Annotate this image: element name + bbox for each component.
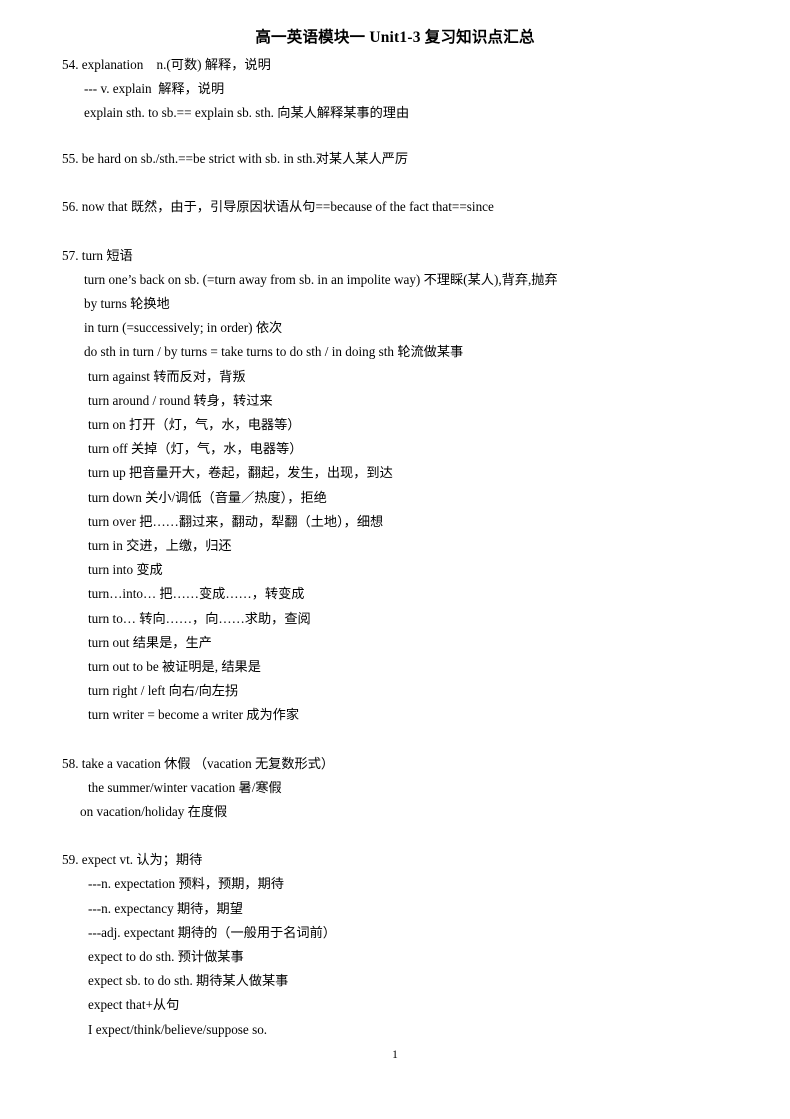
entry-line: the summer/winter vacation 暑/寒假: [88, 779, 282, 795]
entry-line: expect that+从句: [88, 997, 180, 1013]
entry-line: on vacation/holiday 在度假: [80, 803, 228, 819]
entry-spacer: [62, 171, 750, 195]
entry-spacer: [62, 824, 750, 848]
entry-line: ---n. expectancy 期待，期望: [88, 900, 243, 916]
entry-59: 59. expect vt. 认为；期待 ---n. expectation 预…: [62, 848, 750, 1042]
entry-line: turn down 关小/调低（音量／热度），拒绝: [88, 489, 327, 505]
entry-line: turn off 关掉（灯，气，水，电器等）: [88, 441, 303, 457]
entry-line: do sth in turn / by turns = take turns t…: [84, 344, 464, 360]
entry-line: turn…into… 把……变成……，转变成: [88, 586, 305, 602]
entry-line: 59. expect vt. 认为；期待: [62, 852, 203, 868]
entry-spacer: [62, 125, 750, 147]
entry-line: turn right / left 向右/向左拐: [88, 683, 239, 699]
entry-line: 57. turn 短语: [62, 247, 133, 263]
entry-line: 58. take a vacation 休假 （vacation 无复数形式）: [62, 755, 335, 771]
entry-line: turn around / round 转身，转过来: [88, 392, 273, 408]
entry-line: turn out 结果是，生产: [88, 634, 212, 650]
entry-spacer: [62, 728, 750, 752]
entry-line: explain sth. to sb.== explain sb. sth. 向…: [84, 104, 410, 120]
entry-57: 57. turn 短语 turn one’s back on sb. (=tur…: [62, 244, 750, 728]
entry-line: in turn (=successively; in order) 依次: [84, 320, 283, 336]
entry-line: turn to… 转向……，向……求助，查阅: [88, 610, 311, 626]
entry-line: turn one’s back on sb. (=turn away from …: [84, 271, 558, 287]
entry-55: 55. be hard on sb./sth.==be strict with …: [62, 147, 750, 171]
entry-54: 54. explanation n.(可数) 解释，说明 --- v. expl…: [62, 53, 750, 126]
document-body: 54. explanation n.(可数) 解释，说明 --- v. expl…: [0, 46, 790, 1042]
page-title: 高一英语模块一 Unit1-3 复习知识点汇总: [255, 29, 535, 46]
entry-spacer: [62, 220, 750, 244]
entry-line: expect to do sth. 预计做某事: [88, 949, 244, 964]
entry-line: turn over 把……翻过来，翻动，犁翻（土地），细想: [88, 513, 384, 529]
entry-58: 58. take a vacation 休假 （vacation 无复数形式） …: [62, 752, 750, 825]
entry-line: turn in 交进，上缴，归还: [88, 537, 232, 553]
entry-line: ---n. expectation 预料，预期，期待: [88, 876, 284, 892]
entry-line: 54. explanation n.(可数) 解释，说明: [62, 56, 271, 72]
entry-line: turn against 转而反对，背叛: [88, 368, 246, 384]
entry-line: ---adj. expectant 期待的（一般用于名词前）: [88, 924, 336, 940]
entry-line: 56. now that 既然，由于，引导原因状语从句==because of …: [62, 199, 494, 215]
entry-line: turn on 打开（灯，气，水，电器等）: [88, 416, 301, 432]
entry-line: by turns 轮换地: [84, 295, 170, 311]
page-number: 1: [392, 1049, 398, 1061]
entry-line: turn writer = become a writer 成为作家: [88, 707, 300, 723]
entry-56: 56. now that 既然，由于，引导原因状语从句==because of …: [62, 195, 750, 219]
entry-line: I expect/think/believe/suppose so.: [88, 1021, 268, 1037]
entry-line: 55. be hard on sb./sth.==be strict with …: [62, 151, 409, 167]
entry-line: --- v. explain 解释，说明: [84, 80, 225, 96]
entry-line: expect sb. to do sth. 期待某人做某事: [88, 973, 289, 989]
entry-line: turn up 把音量开大，卷起，翻起，发生，出现，到达: [88, 465, 393, 481]
entry-line: turn out to be 被证明是, 结果是: [88, 658, 261, 674]
document-page: 高一英语模块一 Unit1-3 复习知识点汇总 54. explanation …: [0, 0, 790, 1119]
entry-line: turn into 变成: [88, 562, 163, 578]
